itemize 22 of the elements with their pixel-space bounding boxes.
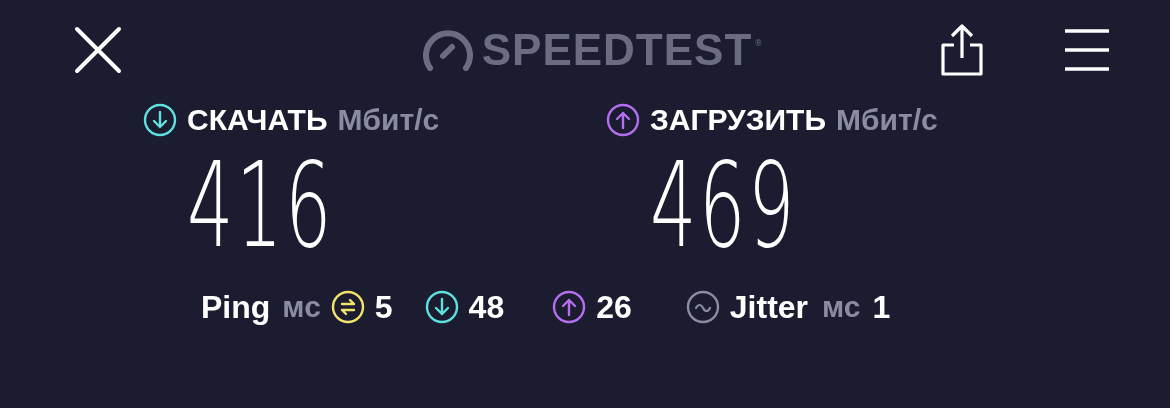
speed-value: 416 xyxy=(187,146,335,264)
ping-value: 26 xyxy=(596,288,632,326)
speed-value: 469 xyxy=(650,146,798,264)
result-label: ЗАГРУЗИТЬ xyxy=(650,103,826,137)
ping-value: 48 xyxy=(468,288,505,326)
gauge-icon xyxy=(421,28,474,72)
menu-button[interactable] xyxy=(1064,27,1110,73)
ping-label: Ping xyxy=(201,288,271,326)
logo-text: SPEEDTEST xyxy=(481,25,753,75)
registered-mark: ® xyxy=(754,39,763,48)
unit-label: мс xyxy=(282,290,321,324)
jitter-label: Jitter xyxy=(729,288,809,326)
result-label: СКАЧАТЬ xyxy=(187,103,328,137)
unit-label: Мбит/с xyxy=(836,103,938,137)
ping-value: 5 xyxy=(374,288,393,326)
unit-label: мс xyxy=(822,290,861,324)
unit-label: Мбит/с xyxy=(337,103,440,137)
swap-arrows-icon xyxy=(330,290,365,324)
share-button[interactable] xyxy=(940,23,984,77)
wave-icon xyxy=(685,290,720,324)
close-button[interactable] xyxy=(72,24,124,76)
jitter-value: 1 xyxy=(872,288,891,326)
